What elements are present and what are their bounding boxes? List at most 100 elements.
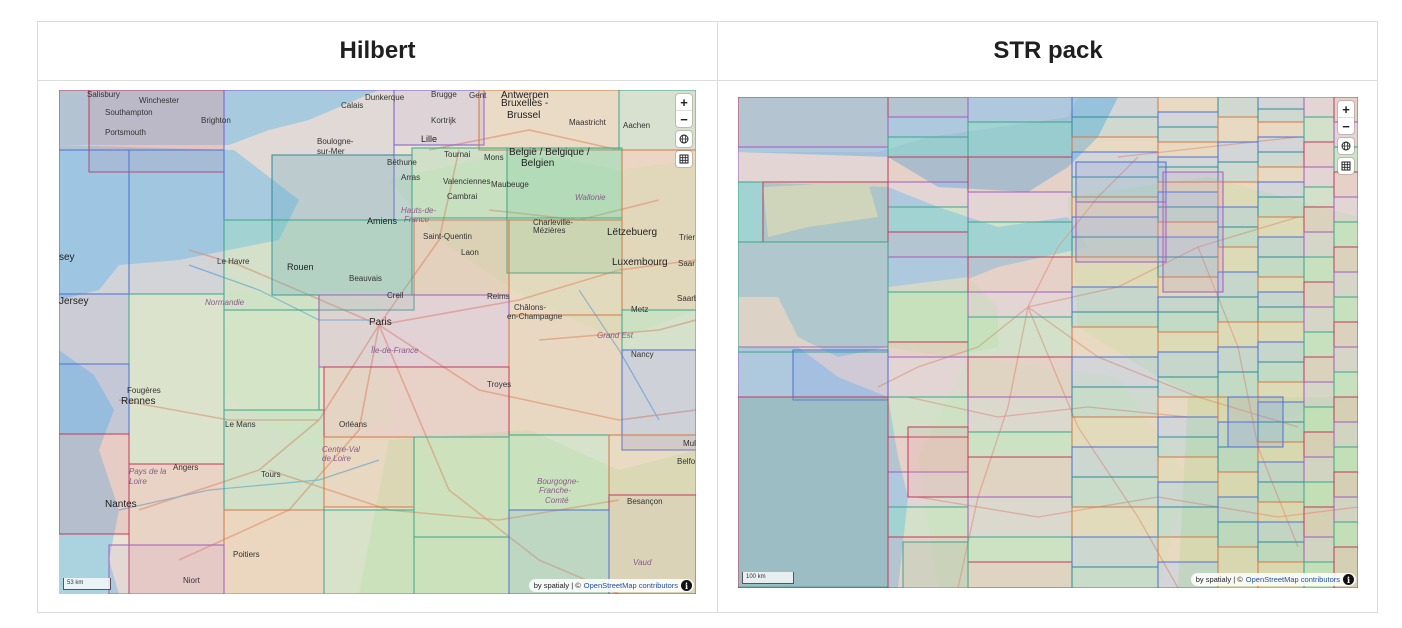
map-label: Angers xyxy=(173,463,199,472)
map-label: Nantes xyxy=(105,499,137,510)
osm-link[interactable]: OpenStreetMap contributors xyxy=(584,581,678,590)
map-label: Pays de la xyxy=(129,467,167,476)
map-label: Rouen xyxy=(287,262,314,272)
grid-icon[interactable] xyxy=(1338,158,1354,174)
map-label: Brugge xyxy=(431,90,457,99)
map-label: Grand Est xyxy=(597,331,634,340)
map-label: Cambrai xyxy=(447,192,478,201)
zoom-in-button[interactable]: + xyxy=(1338,101,1354,117)
zoom-out-button[interactable]: − xyxy=(676,110,692,127)
hilbert-bounding-boxes xyxy=(59,90,696,594)
map-label: Tours xyxy=(261,470,281,479)
map-label: Beauvais xyxy=(349,274,382,283)
map-label: sey xyxy=(59,252,75,263)
zoom-in-button[interactable]: + xyxy=(676,94,692,110)
info-icon[interactable]: i xyxy=(681,580,692,591)
map-controls: + − xyxy=(676,94,692,167)
hilbert-map[interactable]: Salisbury Winchester Southampton Portsmouth… xyxy=(59,90,696,594)
map-label: Belfo xyxy=(677,457,696,466)
map-label: Orléans xyxy=(339,420,368,429)
map-label: Reims xyxy=(487,292,510,301)
info-icon[interactable]: i xyxy=(1343,574,1354,585)
map-label: Loire xyxy=(129,477,147,486)
column-divider xyxy=(717,22,718,612)
map-label: Trier xyxy=(679,233,696,242)
map-label: Boulogne- xyxy=(317,137,354,146)
map-label: Paris xyxy=(369,317,392,328)
map-label: Valenciennes xyxy=(443,177,491,186)
attribution-by: by spatialy | © xyxy=(533,581,581,590)
map-label: Amiens xyxy=(367,216,398,226)
map-label: Maubeuge xyxy=(491,180,529,189)
map-label: Niort xyxy=(183,576,200,585)
map-label: Laon xyxy=(461,248,479,257)
map-label: Hauts-de- xyxy=(401,206,437,215)
map-label: Arras xyxy=(401,173,421,182)
map-label: Mons xyxy=(484,153,504,162)
attribution-by: by spatialy | © xyxy=(1195,575,1243,584)
str-pack-map[interactable]: + − 100 km by spatialy | © OpenStreetMap… xyxy=(738,97,1358,588)
map-label: Béthune xyxy=(387,158,417,167)
column-header-hilbert: Hilbert xyxy=(339,37,416,64)
map-label: Saint-Quentin xyxy=(423,232,472,241)
map-label: sur-Mer xyxy=(317,147,345,156)
column-header-str-pack: STR pack xyxy=(993,37,1103,64)
map-label: Maastricht xyxy=(569,118,606,127)
map-label: Aachen xyxy=(623,121,651,130)
map-label: Le Mans xyxy=(225,420,256,429)
map-label: Fougères xyxy=(127,386,161,395)
map-label: Nancy xyxy=(631,350,654,359)
map-label: Winchester xyxy=(139,96,180,105)
map-label: Île-de-France xyxy=(371,346,419,355)
globe-icon[interactable] xyxy=(676,131,692,147)
map-label: Belgien xyxy=(521,158,555,169)
map-label: Lëtzebuerg xyxy=(607,227,658,238)
map-label: Salisbury xyxy=(87,90,120,99)
map-label: Le Havre xyxy=(217,257,250,266)
map-label: Jersey xyxy=(59,296,89,307)
map-controls: + − xyxy=(1338,101,1354,174)
map-label: Gent xyxy=(469,91,487,100)
scale-bar: 100 km xyxy=(742,572,794,584)
globe-icon[interactable] xyxy=(1338,138,1354,154)
map-label: Poitiers xyxy=(233,550,260,559)
map-label: Luxembourg xyxy=(612,257,668,268)
map-label: Mézières xyxy=(533,226,566,235)
map-label: Saar xyxy=(678,259,695,268)
map-label: Mul xyxy=(683,439,696,448)
map-label: Bruxelles - xyxy=(501,98,549,109)
map-label: Tournai xyxy=(444,150,471,159)
str-pack-bounding-boxes xyxy=(738,97,1358,588)
scale-bar: 53 km xyxy=(63,578,111,590)
map-label: Troyes xyxy=(487,380,512,389)
map-label: Wallonie xyxy=(575,193,606,202)
map-label: Rennes xyxy=(121,396,156,407)
map-label: Normandie xyxy=(205,298,245,307)
map-label: Southampton xyxy=(105,108,153,117)
osm-link[interactable]: OpenStreetMap contributors xyxy=(1246,575,1340,584)
map-label: Saarb xyxy=(677,294,696,303)
map-label: Portsmouth xyxy=(105,128,146,137)
map-label: Comté xyxy=(545,496,569,505)
map-label: Brighton xyxy=(201,116,231,125)
map-label: Centre-Val xyxy=(322,445,360,454)
map-label: Lille xyxy=(421,134,438,144)
map-label: Metz xyxy=(631,305,649,314)
zoom-out-button[interactable]: − xyxy=(1338,117,1354,134)
header-divider xyxy=(38,80,1377,81)
map-label: Franche- xyxy=(539,486,572,495)
map-label: België / Belgique / xyxy=(509,147,590,158)
map-label: en-Champagne xyxy=(507,312,563,321)
map-label: Châlons- xyxy=(514,303,547,312)
grid-icon[interactable] xyxy=(676,151,692,167)
map-label: Vaud xyxy=(633,558,652,567)
map-label: Kortrijk xyxy=(431,116,456,125)
map-label: Besançon xyxy=(627,497,663,506)
attribution: by spatialy | © OpenStreetMap contributo… xyxy=(528,579,694,592)
map-label: Creil xyxy=(387,291,404,300)
map-label: de Loire xyxy=(322,454,351,463)
map-label: Bourgogne- xyxy=(537,477,579,486)
map-label: Dunkerque xyxy=(365,93,405,102)
map-label: France xyxy=(404,215,429,224)
map-label: Calais xyxy=(341,101,364,110)
